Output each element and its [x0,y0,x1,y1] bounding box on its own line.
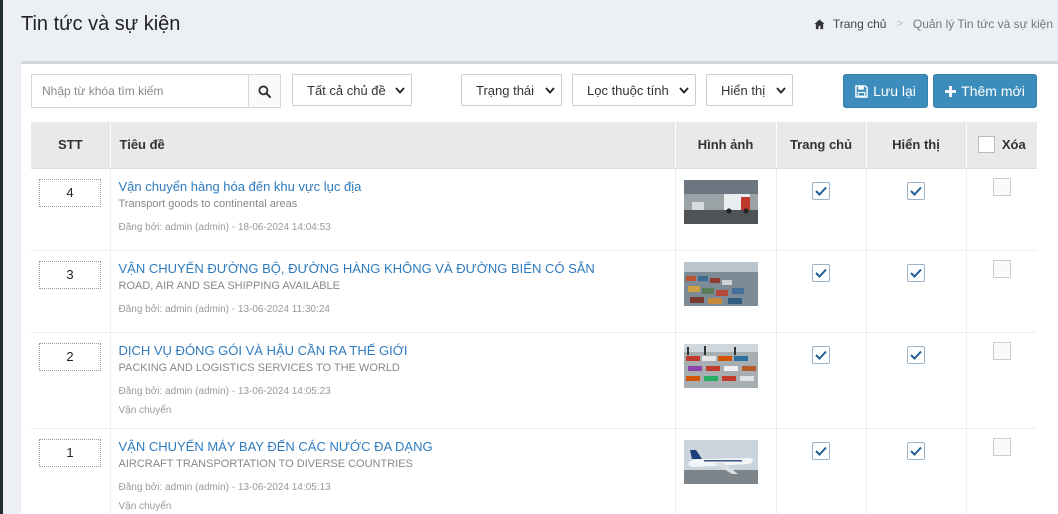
post-meta: Đăng bởi: admin (admin) - 13-06-2024 14:… [118,385,331,397]
chevron-down-icon [545,86,555,94]
checkmark-icon [815,446,827,456]
column-header-title[interactable]: Tiêu đề [110,122,676,169]
post-title-link[interactable]: VẬN CHUYỂN ĐƯỜNG BỘ, ĐƯỜNG HÀNG KHÔNG VÀ… [119,261,667,277]
checkmark-icon [910,186,922,196]
post-category: Vận chuyển [118,500,172,512]
column-header-display: Hiển thị [866,122,967,169]
post-subtitle: PACKING AND LOGISTICS SERVICES TO THE WO… [118,361,400,374]
order-input[interactable]: 3 [39,260,101,289]
breadcrumb-current: Quản lý Tin tức và sự kiện [912,17,1053,31]
display-select[interactable]: Hiển thị [706,74,793,106]
order-input[interactable]: 1 [39,438,101,467]
post-meta: Đăng bởi: admin (admin) - 13-06-2024 14:… [118,481,331,493]
floppy-disk-icon [855,84,868,98]
display-select-value: Hiển thị [721,82,766,98]
checkmark-icon [910,446,922,456]
post-meta: Đăng bởi: admin (admin) - 18-06-2024 14:… [118,221,331,233]
column-header-delete-label: Xóa [1001,137,1026,153]
attribute-filter-select[interactable]: Lọc thuộc tính [572,74,696,106]
status-select-value: Trạng thái [476,82,535,98]
display-checkbox[interactable] [907,345,925,364]
post-title-link[interactable]: Vận chuyển hàng hóa đến khu vực lục địa [119,179,667,195]
attribute-filter-value: Lọc thuộc tính [587,82,669,98]
delete-checkbox[interactable] [992,259,1011,278]
home-checkbox[interactable] [812,181,830,200]
post-meta: Đăng bởi: admin (admin) - 13-06-2024 11:… [118,303,331,315]
post-title-link[interactable]: DỊCH VỤ ĐÓNG GÓI VÀ HẬU CẦN RA THẾ GIỚI [119,343,667,359]
news-table: STT Tiêu đề Hình ảnh Trang chủ Hiển thị … [31,122,1037,514]
post-title-link[interactable]: VẬN CHUYỂN MÁY BAY ĐẾN CÁC NƯỚC ĐA DẠNG [119,439,667,455]
save-button[interactable]: Lưu lại [843,74,928,108]
toolbar: Tất cả chủ đề Trạng thái Lọc thuộc tính … [21,64,1058,122]
breadcrumb: Trang chủ > Quản lý Tin tức và sự kiện [814,17,1053,31]
search-group [31,74,281,108]
table-row: 4 Vận chuyển hàng hóa đến khu vực lục đị… [31,168,1037,251]
table-row: 3 VẬN CHUYỂN ĐƯỜNG BỘ, ĐƯỜNG HÀNG KHÔNG … [31,250,1037,333]
checkmark-icon [910,350,922,360]
breadcrumb-separator: > [896,18,903,30]
add-new-button-label: Thêm mới [961,83,1025,99]
home-icon [814,18,825,29]
topic-select[interactable]: Tất cả chủ đề [292,74,412,106]
page-header: Tin tức và sự kiện Trang chủ > Quản lý T… [0,0,1058,58]
checkmark-icon [910,268,922,278]
table-row: 2 DỊCH VỤ ĐÓNG GÓI VÀ HẬU CẦN RA THẾ GIỚ… [31,332,1037,429]
table-header-row: STT Tiêu đề Hình ảnh Trang chủ Hiển thị … [31,122,1037,169]
search-icon [258,84,271,98]
page-title: Tin tức và sự kiện [21,13,181,35]
checkmark-icon [815,350,827,360]
news-list-panel: Tất cả chủ đề Trạng thái Lọc thuộc tính … [21,61,1058,514]
truck-photo-thumbnail[interactable] [683,179,758,224]
chevron-down-icon [679,86,689,94]
home-checkbox[interactable] [812,345,830,364]
add-new-button[interactable]: Thêm mới [933,74,1037,108]
order-input[interactable]: 2 [39,342,101,371]
container-yard-photo-thumbnail[interactable] [683,343,758,388]
delete-checkbox[interactable] [992,341,1011,360]
column-header-stt[interactable]: STT [31,122,111,169]
search-input[interactable] [32,75,248,107]
chevron-down-icon [395,86,405,94]
delete-checkbox[interactable] [992,177,1011,196]
plus-icon [945,85,957,97]
sidebar-edge [0,0,3,514]
topic-select-value: Tất cả chủ đề [307,82,386,98]
delete-checkbox[interactable] [992,437,1011,456]
post-subtitle: Transport goods to continental areas [118,197,298,210]
display-checkbox[interactable] [907,181,925,200]
home-checkbox[interactable] [812,263,830,282]
display-checkbox[interactable] [907,441,925,460]
home-checkbox[interactable] [812,441,830,460]
checkmark-icon [815,186,827,196]
breadcrumb-home-link[interactable]: Trang chủ [833,17,887,31]
order-input[interactable]: 4 [39,178,101,207]
chevron-down-icon [776,86,786,94]
save-button-label: Lưu lại [873,83,916,99]
status-select[interactable]: Trạng thái [461,74,562,106]
airplane-photo-thumbnail[interactable] [683,439,758,484]
column-header-image: Hình ảnh [675,122,777,169]
table-row: 1 VẬN CHUYỂN MÁY BAY ĐẾN CÁC NƯỚC ĐA DẠN… [31,428,1037,514]
post-subtitle: ROAD, AIR AND SEA SHIPPING AVAILABLE [118,279,341,292]
post-category: Vận chuyển [118,404,172,416]
search-button[interactable] [248,75,280,107]
checkmark-icon [815,268,827,278]
select-all-checkbox[interactable] [977,136,995,154]
port-photo-thumbnail[interactable] [683,261,758,306]
column-header-home: Trang chủ [776,122,867,169]
display-checkbox[interactable] [907,263,925,282]
post-subtitle: AIRCRAFT TRANSPORTATION TO DIVERSE COUNT… [118,457,413,470]
column-header-delete: Xóa [966,122,1037,169]
